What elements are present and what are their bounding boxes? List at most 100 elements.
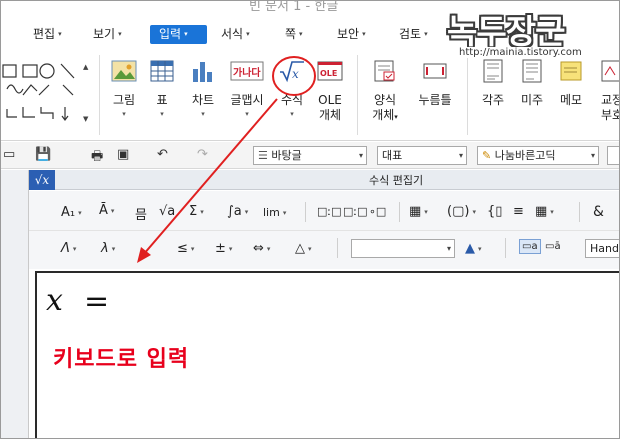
matrix-button-3[interactable]: ∘□: [369, 205, 386, 218]
inline-mode-button[interactable]: ▭a: [519, 239, 541, 254]
menu-view[interactable]: 보기 ▾: [89, 25, 126, 44]
chevron-down-icon: ▾: [362, 30, 366, 38]
insert-wordart-button[interactable]: 가나다 글맵시 ▾: [227, 59, 267, 118]
svg-text:▲: ▲: [83, 63, 89, 71]
annotation-label: 키보드로 입력: [53, 347, 190, 372]
equation-editor-icon: √x: [29, 170, 55, 190]
menu-format[interactable]: 서식 ▾: [217, 25, 254, 44]
bar-chart-icon: [190, 59, 216, 83]
chevron-down-icon: ▾: [246, 30, 250, 38]
bracket-button[interactable]: (▢) ▾: [447, 204, 476, 219]
toolbar-separator: [337, 238, 338, 258]
display-mode-button[interactable]: ▭ā: [545, 241, 561, 252]
chevron-down-icon: ▾: [424, 30, 428, 38]
chevron-down-icon: ▾: [590, 151, 595, 160]
arrow-button[interactable]: ⇔ ▾: [253, 241, 270, 256]
insert-ole-button[interactable]: OLE OLE 개체: [313, 59, 347, 122]
language-select[interactable]: 대표 ▾: [377, 146, 467, 165]
insert-equation-button[interactable]: x 수식 ▾: [275, 59, 309, 118]
greek-upper-button[interactable]: Λ ▾: [61, 241, 76, 256]
svg-text:OLE: OLE: [320, 69, 337, 78]
ole-icon: OLE: [317, 59, 343, 83]
root-button[interactable]: √a: [159, 204, 175, 219]
insert-proofmark-button[interactable]: 교정 부호: [595, 59, 619, 122]
endnote-icon: [519, 59, 545, 83]
operator-button[interactable]: ± ▾: [215, 241, 232, 256]
ribbon-separator: [357, 55, 358, 135]
svg-text:가나다: 가나다: [233, 66, 261, 79]
greek-lower-button[interactable]: λ ▾: [101, 241, 115, 256]
formatting-toolbar: ▭ 💾 🖶 ▣ ↶ ↷ ☰ 바탕글 ▾ 대표 ▾ ✎ 나눔바른고딕 ▾: [1, 142, 619, 169]
relation-button[interactable]: ≤ ▾: [177, 241, 194, 256]
font-size-select[interactable]: [607, 146, 619, 165]
insert-footnote-button[interactable]: 각주: [475, 59, 511, 108]
matrix-button-2[interactable]: □ː□: [343, 205, 368, 218]
align-button[interactable]: ≡: [513, 204, 524, 219]
style-select[interactable]: ☰ 바탕글 ▾: [253, 146, 367, 165]
formula-variable: x: [46, 283, 63, 318]
clicktext-icon: [422, 59, 448, 83]
decoration-button[interactable]: Ā ▾: [99, 203, 114, 218]
style-icon: ☰: [258, 149, 272, 162]
svg-text:▼: ▼: [83, 115, 89, 123]
insert-endnote-button[interactable]: 미주: [515, 59, 549, 108]
watermark-title: 녹두장군: [447, 12, 565, 51]
ampersand-button[interactable]: &: [593, 204, 604, 220]
equation-icon: x: [279, 59, 305, 83]
vertical-ruler: [1, 170, 29, 438]
shapes-gallery[interactable]: ▲ ▼: [1, 59, 91, 129]
insert-clicktext-button[interactable]: 누름틀: [413, 59, 457, 108]
insert-chart-button[interactable]: 차트 ▾: [185, 59, 221, 118]
font-icon: ✎: [482, 149, 495, 162]
equation-editor-titlebar: 수식 편집기: [29, 170, 619, 190]
misc-symbol-button[interactable]: △ ▾: [295, 241, 312, 256]
sum-button[interactable]: Σ ▾: [189, 204, 204, 219]
form-icon: [372, 59, 398, 83]
footnote-icon: [480, 59, 506, 83]
chevron-down-icon: ▾: [358, 151, 363, 160]
font-style-select[interactable]: Hand: [585, 239, 619, 258]
toolbar-row-divider: [29, 230, 619, 231]
watermark-url: http://mainia.tistory.com: [457, 47, 584, 58]
picture-icon: [111, 59, 137, 83]
chevron-down-icon: ▾: [299, 30, 303, 38]
menu-review[interactable]: 검토 ▾: [395, 25, 432, 44]
integral-button[interactable]: ∫a ▾: [227, 204, 248, 219]
toolbar-separator: [399, 202, 400, 222]
menu-page[interactable]: 쪽 ▾: [281, 25, 307, 44]
insert-table-button[interactable]: 표 ▾: [147, 59, 177, 118]
chevron-down-icon: ▾: [58, 30, 62, 38]
size-select[interactable]: ▾: [351, 239, 455, 258]
matrix-select-button[interactable]: ▦ ▾: [409, 204, 428, 219]
insert-picture-button[interactable]: 그림 ▾: [107, 59, 141, 118]
redo-icon[interactable]: ↷: [197, 147, 208, 162]
menu-security[interactable]: 보안 ▾: [333, 25, 370, 44]
limit-button[interactable]: lim ▾: [263, 206, 286, 219]
font-select[interactable]: ✎ 나눔바른고딕 ▾: [477, 146, 599, 165]
color-picker-button[interactable]: ▲ ▾: [465, 241, 482, 256]
open-folder-icon[interactable]: ▭: [3, 147, 15, 162]
chevron-down-icon: ▾: [458, 151, 463, 160]
menu-insert[interactable]: 입력 ▾: [150, 25, 207, 44]
toolbar-separator: [305, 202, 306, 222]
preview-icon[interactable]: ▣: [117, 147, 129, 162]
insert-form-object-button[interactable]: 양식 개체▾: [365, 59, 405, 124]
svg-text:x: x: [292, 67, 299, 81]
matrix-button-1[interactable]: □ː□: [317, 205, 342, 218]
case-button[interactable]: {▯: [487, 204, 502, 219]
matrix-grid-button[interactable]: ▦ ▾: [535, 204, 554, 219]
print-icon[interactable]: 🖶: [91, 147, 103, 169]
app-window: 빈 문서 1 - 한글 편집 ▾ 보기 ▾ 입력 ▾ 서식 ▾ 쪽 ▾ 보안 ▾ 검토 ▾ ▲: [0, 0, 620, 439]
ribbon-separator: [467, 55, 468, 135]
ribbon-separator: [99, 55, 100, 135]
save-icon[interactable]: 💾: [35, 147, 51, 162]
menu-edit[interactable]: 편집 ▾: [29, 25, 66, 44]
undo-icon[interactable]: ↶: [157, 147, 168, 162]
formula-equals: =: [84, 284, 110, 319]
chevron-down-icon: ▾: [118, 30, 122, 38]
window-title: 빈 문서 1 - 한글: [249, 0, 339, 14]
fraction-button[interactable]: 믐: [135, 204, 147, 223]
equation-editor-title: 수식 편집기: [369, 174, 424, 187]
subscript-superscript-button[interactable]: A₁ ▾: [61, 205, 82, 220]
insert-memo-button[interactable]: 메모: [553, 59, 589, 108]
